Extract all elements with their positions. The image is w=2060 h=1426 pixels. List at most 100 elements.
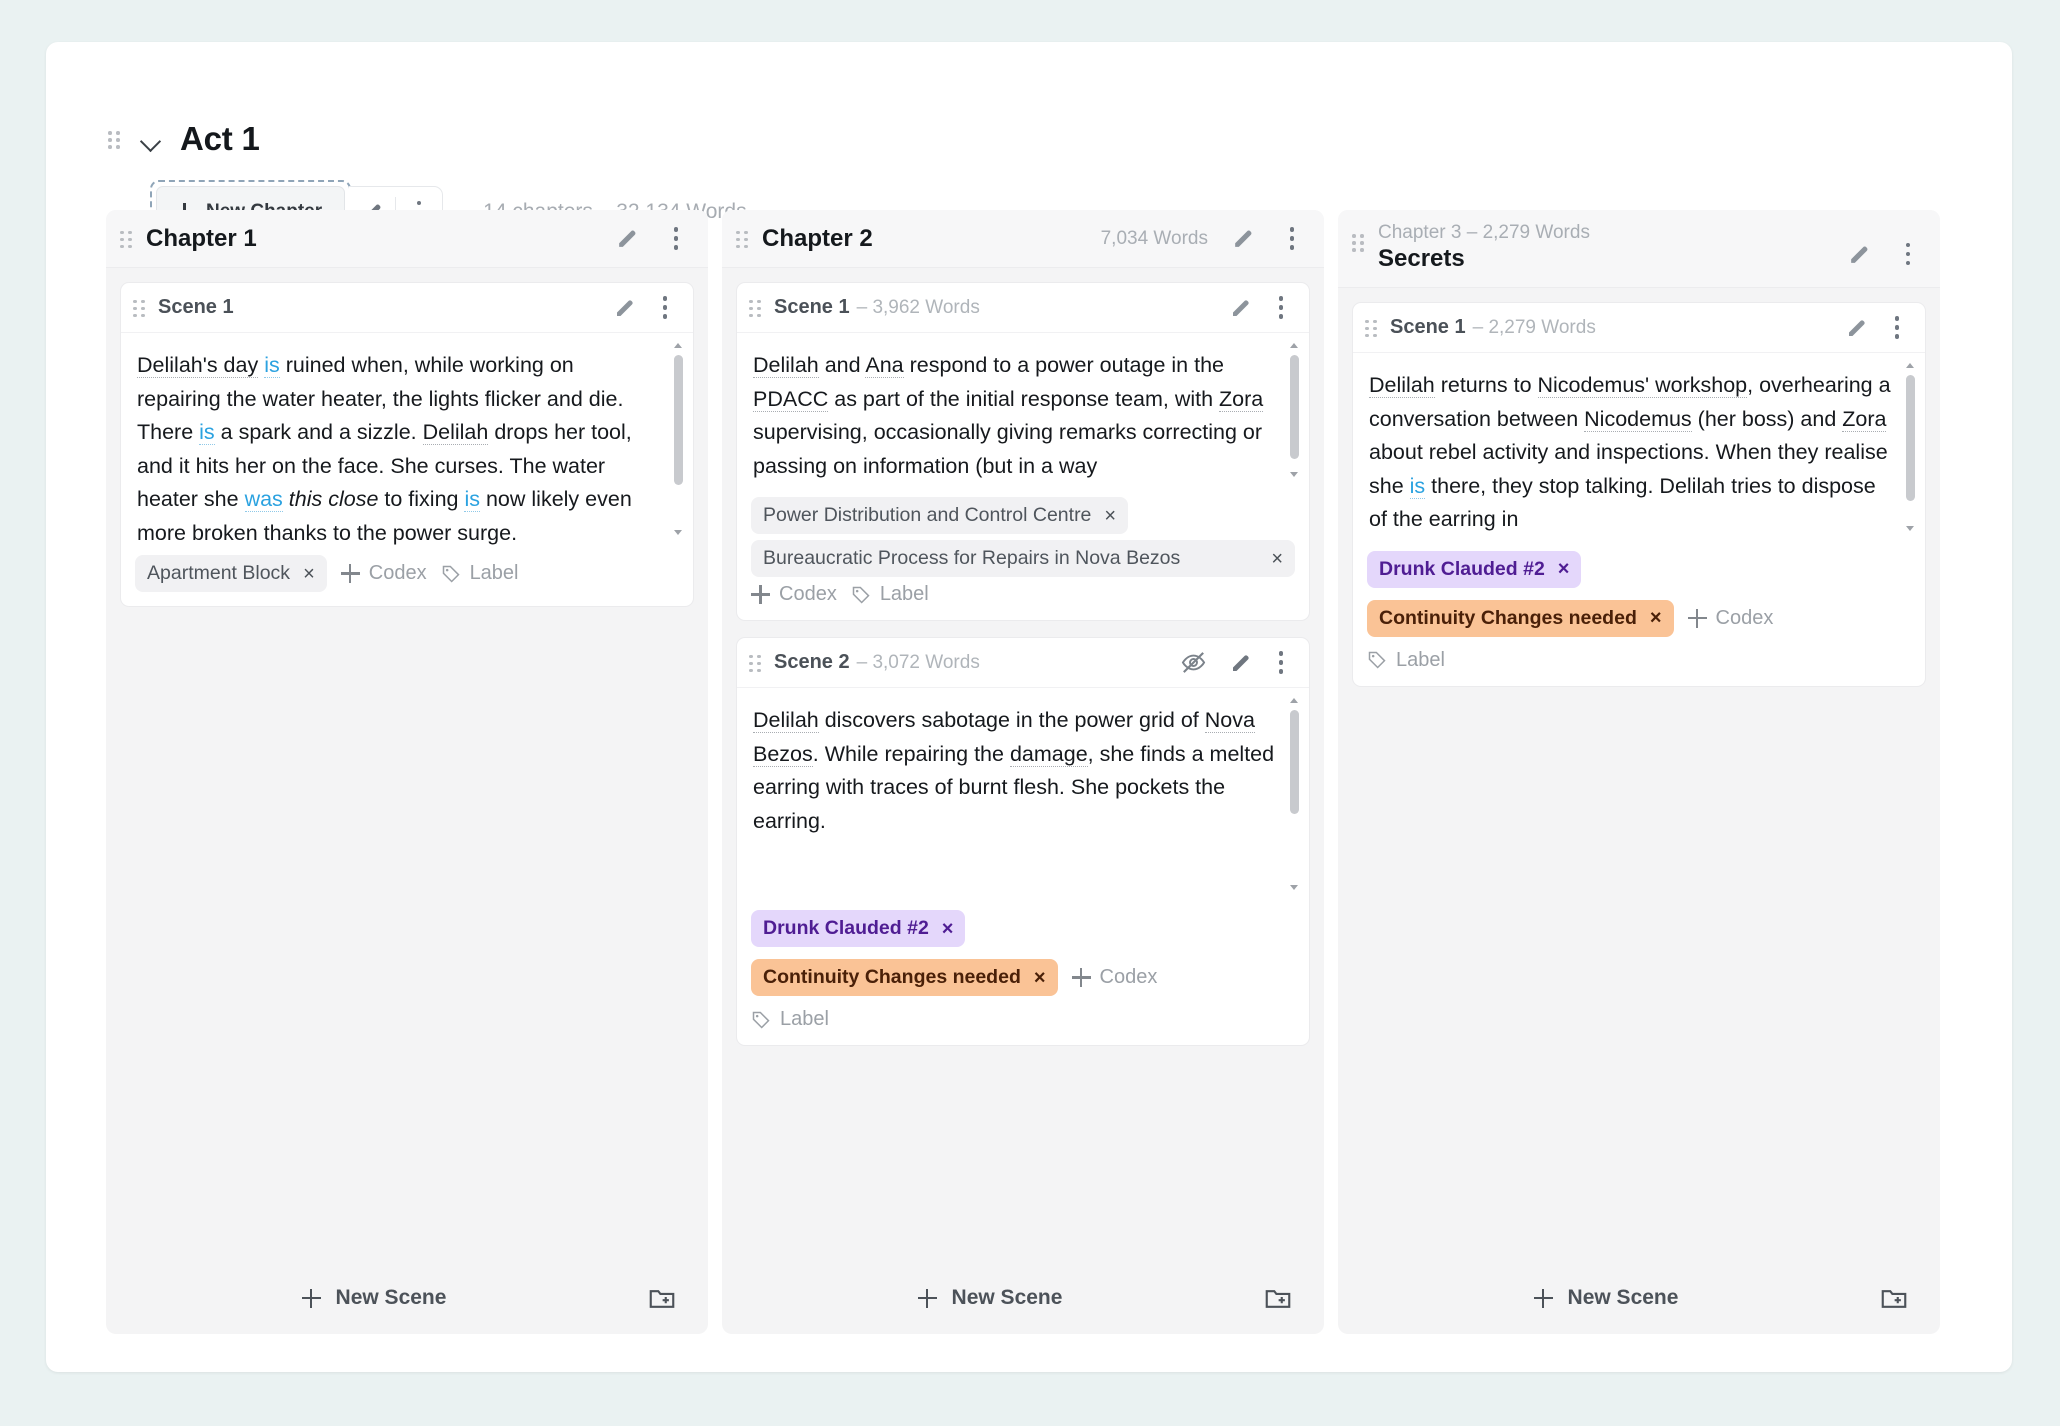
scene-chips: Drunk Clauded #2 × Continuity Changes ne… [737, 900, 1309, 1045]
drag-handle-icon[interactable] [1352, 232, 1366, 252]
folder-plus-icon [1263, 1283, 1293, 1313]
add-codex-button[interactable]: Codex [341, 562, 427, 585]
chapter-edit-button[interactable] [604, 213, 650, 265]
chapter-more-button[interactable] [662, 213, 690, 265]
scroll-down-arrow[interactable] [674, 528, 683, 537]
close-icon[interactable]: × [303, 564, 315, 584]
pencil-icon [1231, 226, 1256, 251]
scene-visibility-toggle[interactable] [1173, 637, 1213, 689]
scroll-up-arrow[interactable] [1290, 341, 1299, 350]
scrollbar-thumb[interactable] [1290, 355, 1299, 459]
add-label-label: Label [470, 562, 519, 585]
new-scene-label: New Scene [336, 1286, 447, 1310]
chapter-more-button[interactable] [1894, 228, 1922, 280]
add-label-button[interactable]: Label [751, 1008, 829, 1031]
close-icon[interactable]: × [942, 919, 954, 939]
new-folder-button[interactable] [642, 1278, 682, 1318]
chapter-2-footer: New Scene [722, 1262, 1324, 1334]
add-label-button[interactable]: Label [851, 583, 929, 606]
tag-icon [441, 564, 461, 584]
new-scene-label: New Scene [1568, 1286, 1679, 1310]
scroll-down-arrow[interactable] [1290, 470, 1299, 479]
drag-handle-icon[interactable] [749, 298, 763, 318]
drag-handle-icon[interactable] [108, 129, 122, 149]
scene-scrollbar[interactable] [1904, 361, 1917, 533]
scene-edit-button[interactable] [1840, 302, 1874, 354]
scene-summary-text[interactable]: Delilah's day is ruined when, while work… [121, 333, 693, 545]
scene-summary-text[interactable]: Delilah discovers sabotage in the power … [737, 688, 1309, 900]
kebab-menu-icon [1279, 296, 1284, 319]
scrollbar-thumb[interactable] [674, 355, 683, 485]
new-folder-button[interactable] [1874, 1278, 1914, 1318]
scene-card: Scene 1 – 3,962 Words Deli [736, 282, 1310, 621]
scrollbar-thumb[interactable] [1906, 375, 1915, 501]
act-title-row: Act 1 [108, 120, 260, 158]
scroll-down-arrow[interactable] [1906, 524, 1915, 533]
kebab-menu-icon [1906, 243, 1911, 266]
scene-scrollbar[interactable] [1288, 341, 1301, 479]
scene-card: Scene 1 Delilah's day is ruined when, [120, 282, 694, 607]
scene-more-button[interactable] [1269, 637, 1293, 689]
add-codex-button[interactable]: Codex [1072, 966, 1158, 989]
scroll-up-arrow[interactable] [1290, 696, 1299, 705]
drag-handle-icon[interactable] [749, 653, 763, 673]
chapter-edit-button[interactable] [1836, 228, 1882, 280]
chapter-word-count: 7,034 Words [1101, 228, 1208, 250]
scene-word-count: – 2,279 Words [1473, 317, 1596, 339]
plus-icon [302, 1289, 321, 1308]
chip-label: Bureaucratic Process for Repairs in Nova… [763, 547, 1190, 570]
scene-more-button[interactable] [1269, 282, 1293, 334]
new-scene-button[interactable]: New Scene [1338, 1262, 1874, 1334]
scroll-down-arrow[interactable] [1290, 883, 1299, 892]
add-codex-button[interactable]: Codex [1688, 607, 1774, 630]
label-chip[interactable]: Drunk Clauded #2 × [1367, 551, 1581, 588]
codex-chip[interactable]: Bureaucratic Process for Repairs in Nova… [751, 540, 1295, 577]
scene-scrollbar[interactable] [1288, 696, 1301, 892]
scene-edit-button[interactable] [1224, 282, 1258, 334]
label-chip[interactable]: Drunk Clauded #2 × [751, 910, 965, 947]
scene-header: Scene 2 – 3,072 Words [737, 638, 1309, 688]
scene-more-button[interactable] [653, 282, 677, 334]
close-icon[interactable]: × [1104, 506, 1116, 526]
drag-handle-icon[interactable] [133, 298, 147, 318]
scene-summary-text[interactable]: Delilah returns to Nicodemus' workshop, … [1353, 353, 1925, 541]
plus-icon [751, 585, 770, 604]
codex-chip[interactable]: Power Distribution and Control Centre × [751, 497, 1128, 534]
new-scene-button[interactable]: New Scene [722, 1262, 1258, 1334]
scene-summary-text[interactable]: Delilah and Ana respond to a power outag… [737, 333, 1309, 487]
drag-handle-icon[interactable] [1365, 318, 1379, 338]
scene-name: Scene 1 [158, 296, 234, 319]
scroll-up-arrow[interactable] [1906, 361, 1915, 370]
close-icon[interactable]: × [1558, 559, 1570, 579]
plus-icon [341, 564, 360, 583]
add-codex-button[interactable]: Codex [751, 583, 837, 606]
chevron-down-icon[interactable] [138, 126, 164, 152]
close-icon[interactable]: × [1034, 968, 1046, 988]
add-label-button[interactable]: Label [1367, 649, 1445, 672]
scrollbar-thumb[interactable] [1290, 710, 1299, 814]
chip-label: Continuity Changes needed [763, 966, 1021, 989]
add-label-button[interactable]: Label [441, 562, 519, 585]
act-header: Act 1 New Chapter 14 chap [46, 42, 2012, 210]
kebab-menu-icon [674, 227, 679, 250]
scene-name: Scene 1 [1390, 316, 1466, 339]
new-folder-button[interactable] [1258, 1278, 1298, 1318]
scroll-up-arrow[interactable] [674, 341, 683, 350]
label-chip[interactable]: Continuity Changes needed × [1367, 600, 1674, 637]
close-icon[interactable]: × [1271, 549, 1283, 569]
chip-label: Drunk Clauded #2 [763, 917, 929, 940]
chapter-edit-button[interactable] [1220, 213, 1266, 265]
close-icon[interactable]: × [1650, 608, 1662, 628]
scene-chips: Apartment Block × Codex Lab [121, 545, 693, 606]
pencil-icon [1229, 296, 1253, 320]
scene-edit-button[interactable] [1224, 637, 1258, 689]
scene-more-button[interactable] [1885, 302, 1909, 354]
scene-edit-button[interactable] [608, 282, 642, 334]
drag-handle-icon[interactable] [736, 229, 750, 249]
label-chip[interactable]: Continuity Changes needed × [751, 959, 1058, 996]
codex-chip[interactable]: Apartment Block × [135, 555, 327, 592]
drag-handle-icon[interactable] [120, 229, 134, 249]
new-scene-button[interactable]: New Scene [106, 1262, 642, 1334]
scene-scrollbar[interactable] [672, 341, 685, 537]
chapter-more-button[interactable] [1278, 213, 1306, 265]
